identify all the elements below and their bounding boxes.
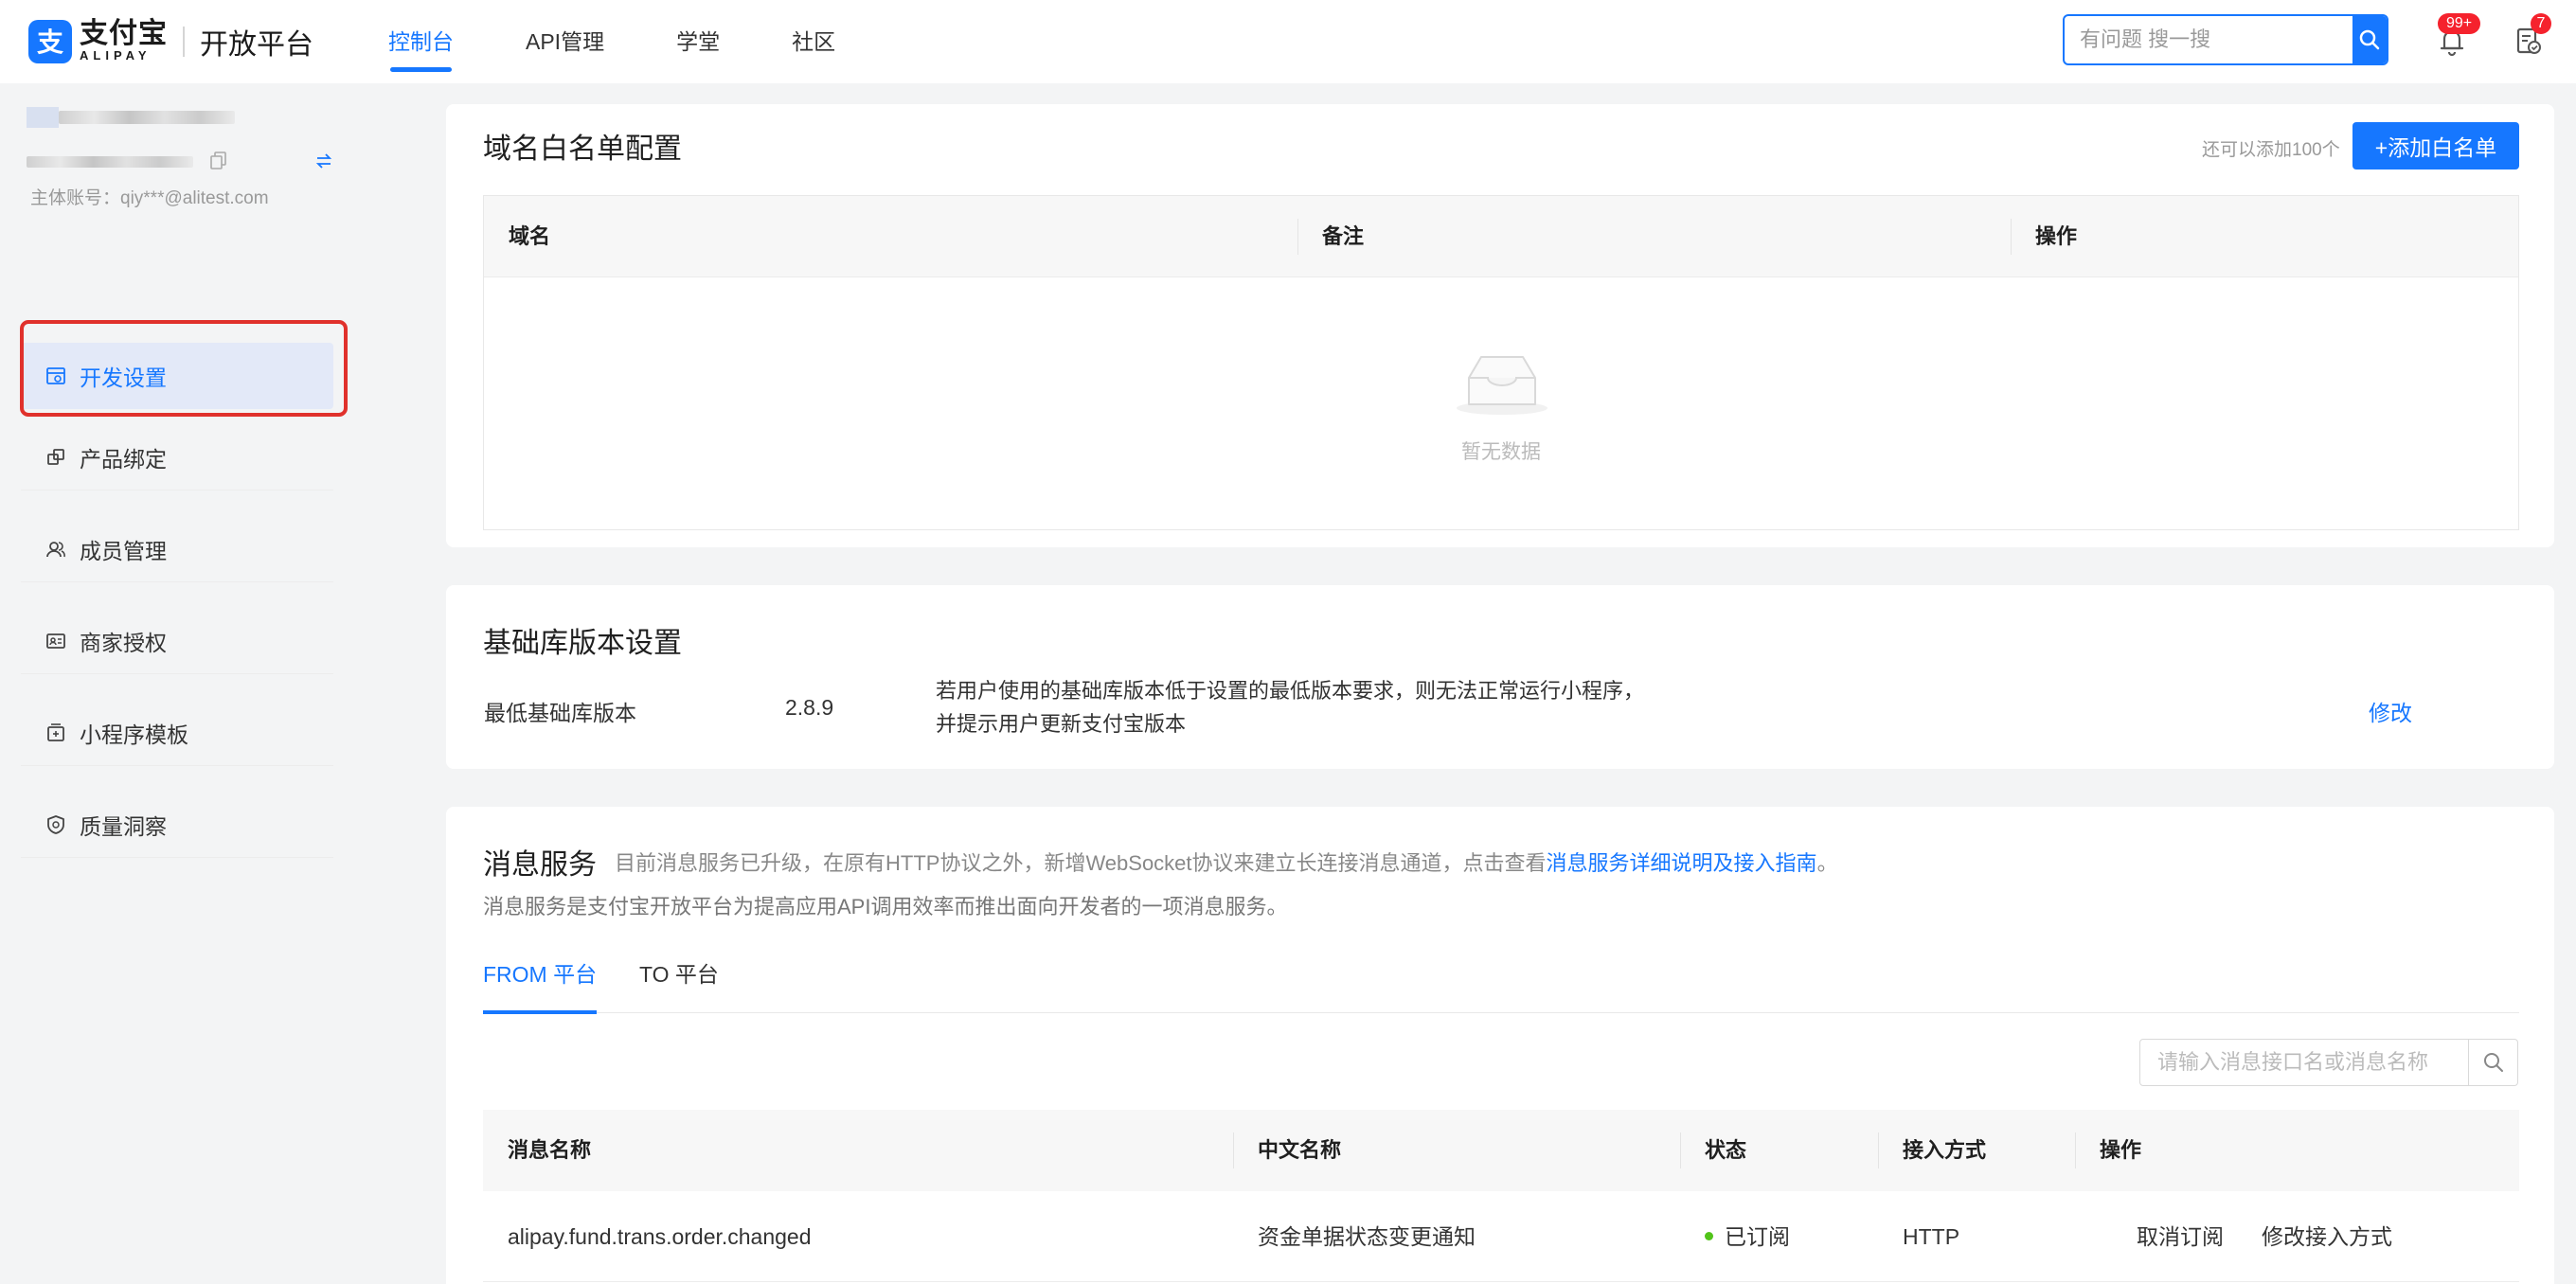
sidebar-item-mini-templates[interactable]: 小程序模板 [21, 700, 333, 766]
column-divider [1680, 1132, 1681, 1168]
column-divider [1233, 1132, 1234, 1168]
top-nav: 控制台 API管理 学堂 社区 [388, 0, 907, 83]
tab-to-platform[interactable]: TO 平台 [639, 936, 719, 1013]
message-service-title: 消息服务 [483, 841, 597, 883]
sidebar-item-quality-insight[interactable]: 质量洞察 [21, 792, 333, 858]
message-status: 已订阅 [1705, 1191, 1790, 1282]
highlight-annotation-box [20, 320, 348, 417]
app-name-blurred [59, 111, 235, 124]
top-header: 支 支付宝 ALIPAY 开放平台 控制台 API管理 学堂 社区 99+ 7 [0, 0, 2576, 83]
search-icon [2358, 28, 2381, 51]
unsubscribe-link[interactable]: 取消订阅 [2137, 1191, 2224, 1282]
column-divider [1878, 1132, 1879, 1168]
alipay-logo[interactable]: 支 支付宝 ALIPAY 开放平台 [28, 17, 313, 66]
id-card-icon [45, 631, 66, 651]
whitelist-remaining: 还可以添加100个 [2202, 135, 2340, 161]
note-text: 目前消息服务已升级，在原有HTTP协议之外，新增WebSocket协议来建立长连… [615, 851, 1547, 875]
column-operation: 操作 [2100, 1110, 2141, 1191]
column-status: 状态 [1705, 1110, 1746, 1191]
nav-console[interactable]: 控制台 [388, 0, 454, 83]
svg-text:支: 支 [37, 27, 63, 58]
app-avatar-blurred [27, 107, 59, 128]
add-whitelist-button[interactable]: +添加白名单 [2352, 122, 2519, 169]
notification-badge: 99+ [2438, 13, 2480, 34]
header-search-input[interactable] [2065, 16, 2352, 63]
min-version-label: 最低基础库版本 [484, 695, 636, 727]
sidebar-item-label: 商家授权 [80, 625, 167, 657]
sidebar-item-product-binding[interactable]: 产品绑定 [21, 424, 333, 490]
header-search-button[interactable] [2352, 16, 2387, 63]
message-tabs: FROM 平台 TO 平台 [483, 936, 2519, 1013]
switch-app-icon[interactable] [314, 152, 333, 170]
table-row: alipay.fund.trans.order.changed 资金单据状态变更… [483, 1191, 2519, 1282]
empty-inbox-icon [1455, 349, 1549, 416]
main-account-label: 主体账号：qiy***@alitest.com [30, 184, 269, 209]
copy-icon[interactable] [210, 152, 227, 170]
message-access: HTTP [1903, 1191, 1959, 1282]
shield-icon [45, 814, 66, 835]
users-icon [45, 539, 66, 560]
column-cn-name: 中文名称 [1258, 1110, 1341, 1191]
sidebar-item-label: 质量洞察 [80, 809, 167, 841]
column-divider [2075, 1132, 2076, 1168]
platform-name: 开放平台 [200, 21, 313, 62]
message-search [2139, 1039, 2518, 1086]
message-search-input[interactable] [2140, 1040, 2468, 1085]
base-library-title: 基础库版本设置 [483, 619, 682, 661]
column-access: 接入方式 [1903, 1110, 1986, 1191]
template-box-icon [45, 722, 66, 743]
version-description: 若用户使用的基础库版本低于设置的最低版本要求，则无法正常运行小程序， 并提示用户… [936, 674, 1644, 740]
message-search-button[interactable] [2468, 1040, 2517, 1085]
status-text: 已订阅 [1725, 1224, 1790, 1249]
message-cn-name: 资金单据状态变更通知 [1258, 1191, 1476, 1282]
sidebar-item-label: 小程序模板 [80, 717, 188, 749]
message-service-desc: 消息服务是支付宝开放平台为提高应用API调用效率而推出面向开发者的一项消息服务。 [483, 890, 1287, 920]
message-table-header: 消息名称 中文名称 状态 接入方式 操作 [483, 1110, 2519, 1191]
alipay-logo-icon: 支 [28, 20, 72, 63]
column-divider [2011, 219, 2012, 255]
logo-text: 支付宝 ALIPAY [80, 20, 168, 63]
sidebar-item-label: 产品绑定 [80, 441, 167, 473]
description-line: 若用户使用的基础库版本低于设置的最低版本要求，则无法正常运行小程序， [936, 674, 1644, 707]
nav-api-management[interactable]: API管理 [526, 0, 604, 83]
modify-access-link[interactable]: 修改接入方式 [2262, 1191, 2392, 1282]
logo-en: ALIPAY [80, 48, 168, 63]
logo-divider [183, 27, 185, 57]
column-remark: 备注 [1322, 196, 1364, 277]
sidebar-item-label: 成员管理 [80, 533, 167, 565]
column-message-name: 消息名称 [508, 1110, 591, 1191]
note-text: 。 [1817, 851, 1838, 875]
status-dot-icon [1705, 1232, 1713, 1240]
header-search [2063, 14, 2388, 65]
message-name-link[interactable]: alipay.fund.trans.order.changed [508, 1191, 812, 1282]
app-id-blurred [27, 156, 193, 168]
column-action: 操作 [2035, 196, 2077, 277]
whitelist-table: 域名 备注 操作 暂无数据 [483, 195, 2519, 530]
nav-academy[interactable]: 学堂 [676, 0, 720, 83]
message-service-card: 消息服务 目前消息服务已升级，在原有HTTP协议之外，新增WebSocket协议… [446, 807, 2554, 1284]
sidebar: 主体账号：qiy***@alitest.com 总览 开发设置 产品绑定 成员管… [0, 83, 350, 1284]
column-domain: 域名 [509, 196, 550, 277]
logo-cn: 支付宝 [80, 20, 168, 48]
empty-text: 暂无数据 [484, 437, 2518, 465]
message-service-note: 目前消息服务已升级，在原有HTTP协议之外，新增WebSocket协议来建立长连… [615, 847, 1838, 877]
nav-community[interactable]: 社区 [792, 0, 835, 83]
edit-version-link[interactable]: 修改 [2369, 695, 2412, 727]
domain-whitelist-card: 域名白名单配置 还可以添加100个 +添加白名单 域名 备注 操作 暂无数据 [446, 104, 2554, 547]
column-divider [1297, 219, 1298, 255]
description-line: 并提示用户更新支付宝版本 [936, 707, 1644, 740]
sidebar-item-merchant-auth[interactable]: 商家授权 [21, 608, 333, 674]
whitelist-title: 域名白名单配置 [483, 125, 682, 167]
sidebar-item-members[interactable]: 成员管理 [21, 516, 333, 582]
min-version-value: 2.8.9 [785, 695, 833, 721]
task-badge: 7 [2531, 13, 2551, 34]
tab-from-platform[interactable]: FROM 平台 [483, 936, 597, 1013]
search-icon [2482, 1051, 2505, 1074]
guide-link[interactable]: 消息服务详细说明及接入指南 [1547, 851, 1817, 875]
table-header: 域名 备注 操作 [484, 196, 2518, 277]
base-library-card: 基础库版本设置 最低基础库版本 2.8.9 若用户使用的基础库版本低于设置的最低… [446, 585, 2554, 769]
link-boxes-icon [45, 447, 66, 468]
